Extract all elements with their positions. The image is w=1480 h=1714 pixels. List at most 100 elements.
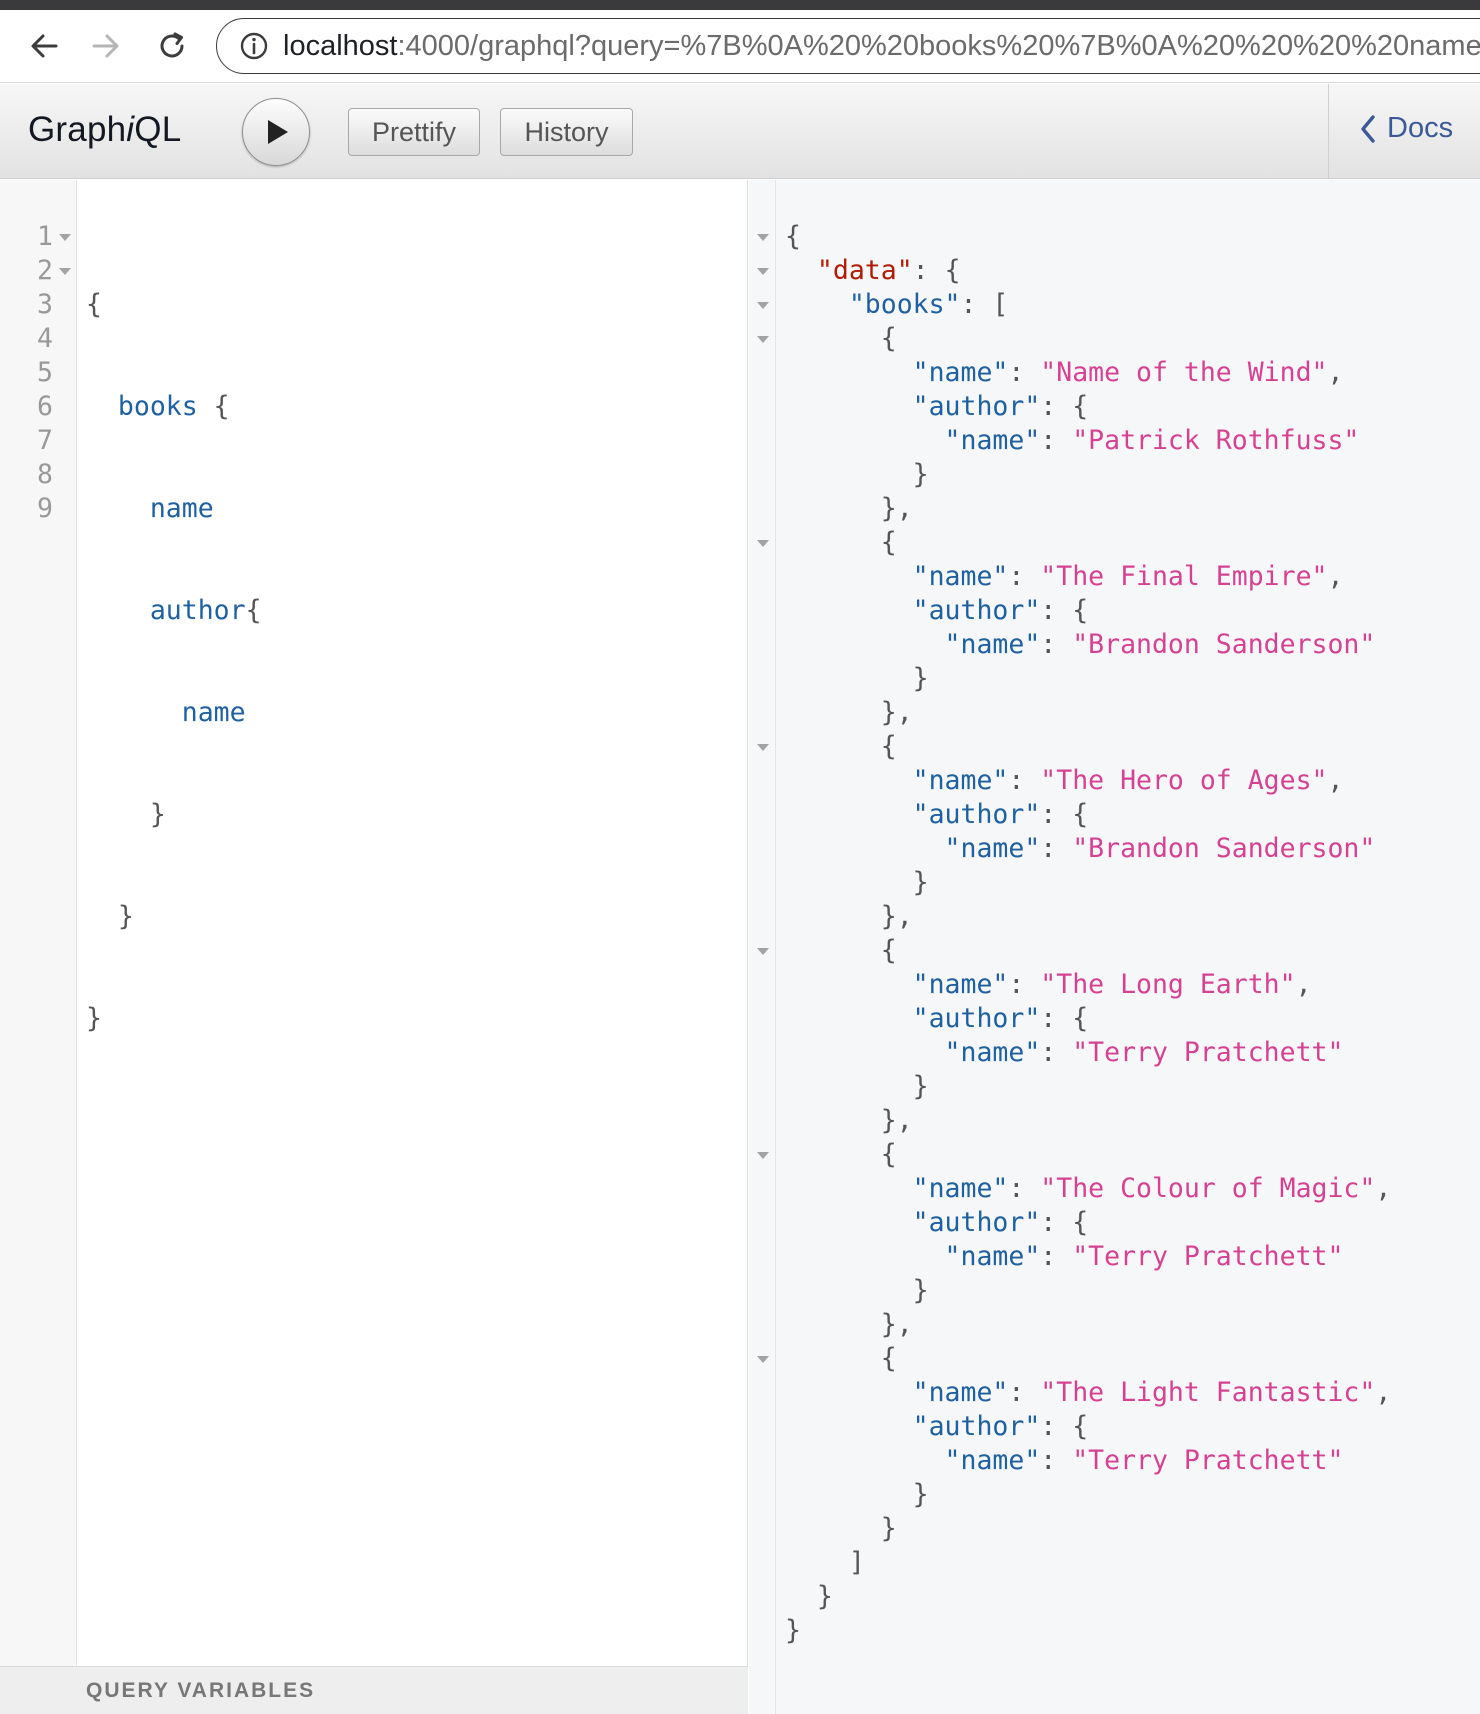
json-line: "name": "Brandon Sanderson" <box>944 833 1376 864</box>
fold-row <box>749 764 776 798</box>
graphiql-logo: GraphiQL <box>28 110 182 149</box>
fold-marker-icon[interactable] <box>757 234 769 241</box>
history-button[interactable]: History <box>500 108 633 156</box>
fold-row <box>749 1104 776 1138</box>
fold-marker-icon[interactable] <box>59 268 71 275</box>
line-number: 9 <box>37 493 53 524</box>
fold-row <box>749 662 776 696</box>
info-icon[interactable] <box>239 31 269 61</box>
fold-marker-icon[interactable] <box>757 302 769 309</box>
fold-row <box>749 1002 776 1036</box>
fold-marker-icon[interactable] <box>59 234 71 241</box>
json-line: { <box>880 323 897 354</box>
fold-row <box>749 1546 776 1580</box>
docs-button[interactable]: Docs <box>1359 112 1453 145</box>
fold-row <box>749 900 776 934</box>
json-line: }, <box>880 901 913 932</box>
json-line: "name": "Patrick Rothfuss" <box>944 425 1360 456</box>
fold-marker-icon[interactable] <box>757 1152 769 1159</box>
url-host: localhost <box>283 29 398 62</box>
prettify-button[interactable]: Prettify <box>348 108 480 156</box>
fold-row <box>749 968 776 1002</box>
fold-row <box>749 390 776 424</box>
fold-row <box>749 730 776 764</box>
fold-row <box>749 1444 776 1478</box>
json-line: { <box>880 1343 897 1374</box>
json-line: "name": "The Light Fantastic", <box>912 1377 1392 1408</box>
json-line: } <box>912 663 929 694</box>
code-line: author{ <box>149 595 262 626</box>
back-button[interactable] <box>22 24 66 68</box>
fold-marker-icon[interactable] <box>757 948 769 955</box>
json-line: }, <box>880 493 913 524</box>
arrow-left-icon <box>31 34 58 58</box>
fold-row <box>749 492 776 526</box>
fold-row <box>749 1308 776 1342</box>
fold-row <box>749 526 776 560</box>
line-number: 7 <box>37 425 53 456</box>
fold-marker-icon[interactable] <box>757 268 769 275</box>
address-bar[interactable]: localhost:4000/graphql?query=%7B%0A%20%2… <box>216 18 1480 74</box>
json-line: "name": "The Long Earth", <box>912 969 1312 1000</box>
docs-explorer-toggle-area: Docs <box>1328 84 1480 179</box>
forward-button[interactable] <box>84 24 128 68</box>
fold-row <box>749 798 776 832</box>
fold-row <box>749 322 776 356</box>
fold-marker-icon[interactable] <box>757 1356 769 1363</box>
code-line: { <box>86 289 102 320</box>
json-line: "name": "The Colour of Magic", <box>912 1173 1392 1204</box>
code-line: books { <box>117 391 230 422</box>
json-line: } <box>785 1615 801 1646</box>
fold-row <box>749 424 776 458</box>
line-number: 6 <box>37 391 53 422</box>
json-line: "author": { <box>912 391 1089 422</box>
json-line: "name": "Brandon Sanderson" <box>944 629 1376 660</box>
fold-row <box>749 1614 776 1648</box>
chevron-left-icon <box>1361 114 1375 143</box>
fold-row <box>749 458 776 492</box>
fold-marker-icon[interactable] <box>757 540 769 547</box>
json-line: "author": { <box>912 799 1089 830</box>
fold-row <box>749 1342 776 1376</box>
line-number: 3 <box>37 289 53 320</box>
graphiql-toolbar: GraphiQL Prettify History <box>0 84 1480 179</box>
fold-row <box>749 1376 776 1410</box>
fold-row <box>749 1274 776 1308</box>
json-line: "books": [ <box>848 289 1009 320</box>
fold-row <box>749 254 776 288</box>
fold-row <box>749 934 776 968</box>
json-line: } <box>912 867 929 898</box>
json-line: "name": "The Final Empire", <box>912 561 1344 592</box>
fold-marker-icon[interactable] <box>757 744 769 751</box>
window-top-strip <box>0 0 1480 10</box>
json-line: "author": { <box>912 1003 1089 1034</box>
json-line: { <box>880 527 897 558</box>
fold-row <box>749 594 776 628</box>
fold-row <box>749 220 776 254</box>
line-number: 8 <box>37 459 53 490</box>
fold-marker-icon[interactable] <box>757 336 769 343</box>
reload-button[interactable] <box>150 24 194 68</box>
json-line: } <box>912 1479 929 1510</box>
json-line: "name": "Terry Pratchett" <box>944 1037 1344 1068</box>
fold-row <box>749 1172 776 1206</box>
fold-row <box>749 1206 776 1240</box>
code-line: } <box>149 799 166 830</box>
json-line: } <box>880 1513 897 1544</box>
json-line: } <box>912 1071 929 1102</box>
fold-row <box>749 1580 776 1614</box>
fold-row <box>749 628 776 662</box>
json-line: { <box>880 1139 897 1170</box>
line-number: 5 <box>37 357 53 388</box>
json-line: }, <box>880 1105 913 1136</box>
result-fold-markers <box>749 220 776 1648</box>
json-line: "name": "Name of the Wind", <box>912 357 1344 388</box>
json-line: }, <box>880 1309 913 1340</box>
code-line: } <box>117 901 134 932</box>
query-code[interactable]: { books { name author{ name } } } <box>86 220 262 1206</box>
json-line: { <box>880 731 897 762</box>
fold-row <box>749 1478 776 1512</box>
execute-query-button[interactable] <box>242 98 310 166</box>
query-variables-panel-header[interactable]: QUERY VARIABLES <box>0 1666 748 1714</box>
query-editor[interactable]: 1 2 3 4 5 6 7 8 9 { books { name author{… <box>0 180 748 1714</box>
